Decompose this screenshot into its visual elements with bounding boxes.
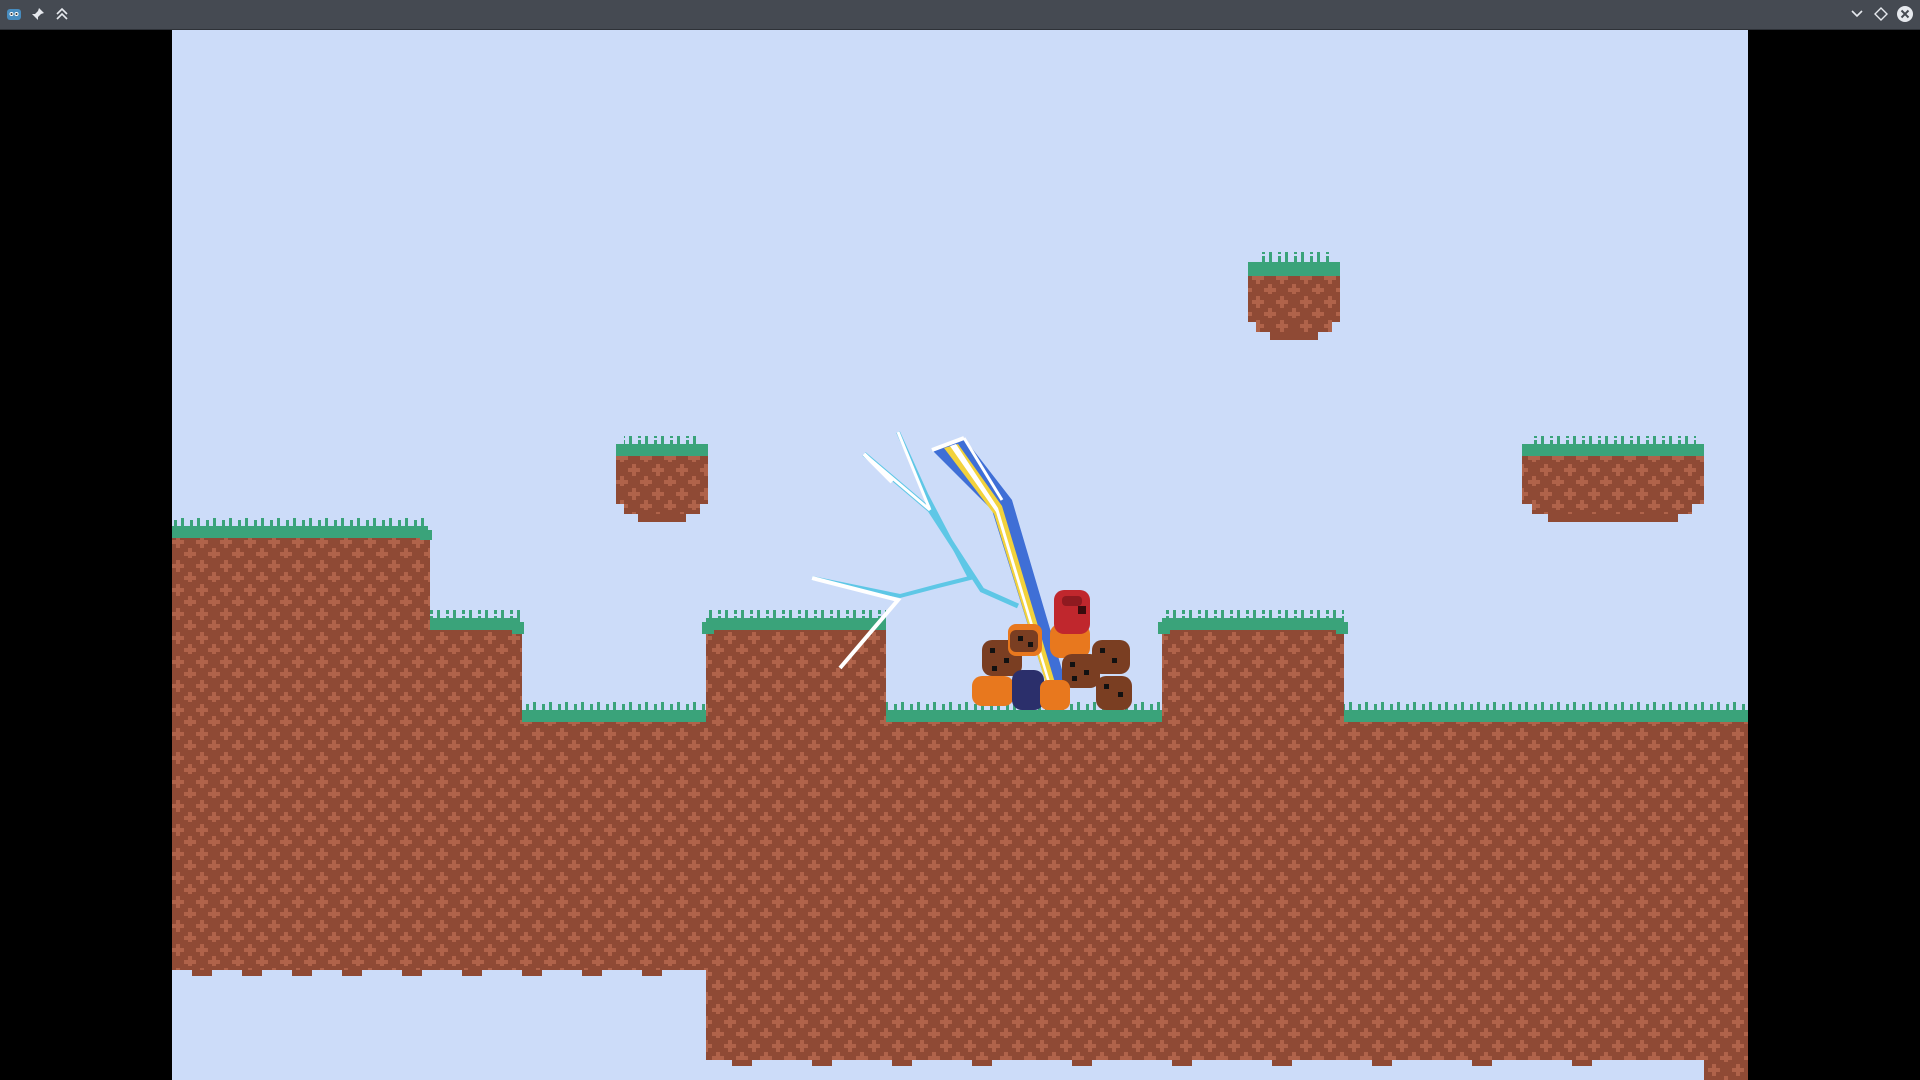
floating-island-top [1248, 252, 1340, 340]
diamond-icon [1874, 7, 1888, 21]
game-scene [172, 252, 1748, 1080]
enemy [1040, 680, 1070, 710]
enemy [1008, 624, 1042, 656]
pin-icon[interactable] [28, 4, 48, 24]
ground-terrain [172, 518, 1748, 1080]
window-titlebar [0, 0, 1920, 30]
close-icon [1897, 6, 1913, 22]
close-button[interactable] [1895, 4, 1915, 24]
minimize-button[interactable] [1847, 4, 1867, 24]
player-character [1054, 590, 1090, 634]
godot-icon [4, 4, 24, 24]
enemy [972, 676, 1014, 706]
maximize-button[interactable] [1871, 4, 1891, 24]
chevron-down-icon [1851, 10, 1863, 18]
enemy [1092, 640, 1130, 674]
enemy [1012, 670, 1044, 710]
lightning-attack [811, 431, 1068, 696]
game-viewport[interactable] [172, 30, 1748, 1080]
keep-above-icon[interactable] [52, 4, 72, 24]
enemy [1096, 676, 1132, 710]
floating-island-right [1522, 436, 1704, 522]
floating-island-left [616, 436, 708, 522]
